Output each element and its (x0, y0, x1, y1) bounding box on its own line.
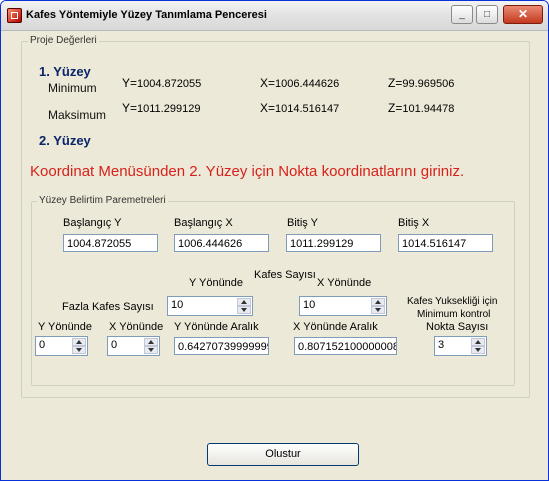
nokta-sayisi-spinner[interactable]: 3 (434, 336, 487, 356)
kafes-x-up-arrow-icon[interactable] (371, 298, 385, 306)
yuzey2-heading: 2. Yüzey (39, 133, 91, 148)
max-y-value: Y=1011.299129 (122, 101, 200, 115)
kafes-x-arrows (371, 298, 385, 314)
fazla-y-arrows (72, 338, 86, 354)
min-z-number: 99.969506 (402, 78, 455, 90)
fazla-y-value: 0 (39, 339, 46, 351)
client-area: Proje Değerleri 1. Yüzey Minimum Maksimu… (5, 31, 544, 476)
min-x-number: 1006.444626 (275, 78, 340, 90)
kafes-y-yonunde-label: Y Yönünde (189, 277, 244, 289)
x-aralik-label: X Yönünde Aralık (293, 321, 378, 333)
min-z-value: Z=99.969506 (388, 76, 454, 90)
fazla-y-down-arrow-icon[interactable] (72, 346, 86, 354)
kafes-y-down-arrow-icon[interactable] (237, 306, 251, 314)
instruction-message: Koordinat Menüsünden 2. Yüzey için Nokta… (30, 163, 465, 180)
min-x-value: X=1006.444626 (260, 76, 339, 90)
baslangic-y-label: Başlangıç Y (63, 217, 122, 229)
max-y-number: 1011.299129 (137, 103, 201, 115)
kafes-yuksekligi-label-1: Kafes Yuksekliği için (407, 296, 498, 307)
max-z-value: Z=101.94478 (388, 101, 454, 115)
bitis-y-input[interactable]: 1011.299129 (286, 234, 381, 252)
kafes-x-down-arrow-icon[interactable] (371, 306, 385, 314)
olustur-button[interactable]: Olustur (207, 443, 359, 466)
kafes-x-yonunde-label: X Yönünde (317, 277, 372, 289)
max-z-number: 101.94478 (402, 103, 455, 115)
fazla-x-yonunde-label: X Yönünde (109, 321, 164, 333)
max-x-prefix: X= (260, 101, 276, 115)
min-y-number: 1004.872055 (137, 78, 202, 90)
yuzey-belirtim-legend: Yüzey Belirtim Paremetreleri (37, 195, 168, 206)
kafes-y-arrows (237, 298, 251, 314)
max-x-number: 1014.516147 (275, 103, 340, 115)
fazla-kafes-label: Fazla Kafes Sayısı (62, 301, 154, 313)
proje-degerleri-legend: Proje Değerleri (28, 35, 99, 46)
baslangic-x-label: Başlangıç X (174, 217, 233, 229)
kafes-x-value: 10 (303, 299, 316, 311)
nokta-sayisi-up-arrow-icon[interactable] (471, 338, 485, 346)
fazla-y-spinner[interactable]: 0 (35, 336, 88, 356)
x-aralik-input[interactable]: 0.807152100000008 (294, 337, 397, 355)
fazla-y-up-arrow-icon[interactable] (72, 338, 86, 346)
maksimum-label: Maksimum (48, 108, 107, 122)
fazla-x-down-arrow-icon[interactable] (144, 346, 158, 354)
main-window: Kafes Yöntemiyle Yüzey Tanımlama Pencere… (0, 0, 549, 481)
kafes-yuksekligi-label-2: Minimum kontrol (417, 309, 491, 320)
max-y-prefix: Y= (122, 101, 138, 115)
nokta-sayisi-label: Nokta Sayısı (426, 321, 489, 333)
fazla-x-value: 0 (111, 339, 118, 351)
nokta-sayisi-value: 3 (438, 339, 445, 351)
kafes-y-value: 10 (171, 299, 184, 311)
maximize-button[interactable]: □ (476, 5, 498, 24)
fazla-x-spinner[interactable]: 0 (107, 336, 160, 356)
max-x-value: X=1014.516147 (260, 101, 339, 115)
kafes-sayisi-label: Kafes Sayısı (254, 269, 316, 281)
min-z-prefix: Z= (388, 76, 403, 90)
nokta-sayisi-arrows (471, 338, 485, 354)
fazla-x-arrows (144, 338, 158, 354)
window-title: Kafes Yöntemiyle Yüzey Tanımlama Pencere… (26, 9, 267, 21)
app-icon[interactable] (7, 8, 22, 23)
y-aralik-input[interactable]: 0.64270739999999 (174, 337, 269, 355)
kafes-y-spinner[interactable]: 10 (167, 296, 253, 316)
close-button[interactable]: ✕ (503, 5, 543, 24)
baslangic-y-input[interactable]: 1004.872055 (63, 234, 158, 252)
min-y-value: Y=1004.872055 (122, 76, 201, 90)
y-aralik-label: Y Yönünde Aralık (174, 321, 259, 333)
fazla-y-yonunde-label: Y Yönünde (38, 321, 93, 333)
minimum-label: Minimum (48, 81, 97, 95)
min-y-prefix: Y= (122, 76, 138, 90)
title-bar[interactable]: Kafes Yöntemiyle Yüzey Tanımlama Pencere… (1, 1, 548, 31)
nokta-sayisi-down-arrow-icon[interactable] (471, 346, 485, 354)
kafes-y-up-arrow-icon[interactable] (237, 298, 251, 306)
bitis-x-label: Bitiş X (398, 217, 430, 229)
yuzey1-heading: 1. Yüzey (39, 64, 91, 79)
bitis-x-input[interactable]: 1014.516147 (398, 234, 493, 252)
minimize-button[interactable]: _ (451, 5, 473, 24)
bitis-y-label: Bitiş Y (287, 217, 318, 229)
kafes-x-spinner[interactable]: 10 (299, 296, 387, 316)
baslangic-x-input[interactable]: 1006.444626 (174, 234, 269, 252)
max-z-prefix: Z= (388, 101, 403, 115)
fazla-x-up-arrow-icon[interactable] (144, 338, 158, 346)
min-x-prefix: X= (260, 76, 276, 90)
